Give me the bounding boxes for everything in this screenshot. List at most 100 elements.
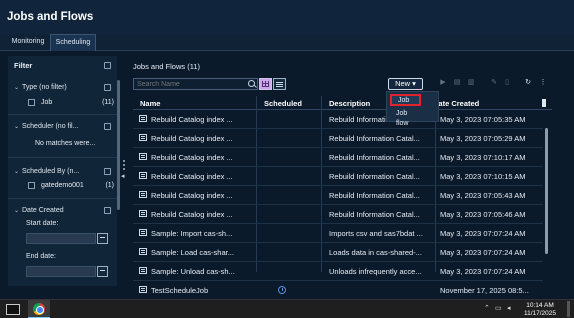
row-description: Rebuild Information Catal... bbox=[329, 210, 420, 219]
job-icon bbox=[139, 172, 147, 179]
tab-monitoring[interactable]: Monitoring bbox=[6, 34, 50, 51]
filter-type-item: Job bbox=[41, 99, 53, 106]
grid-view-icon[interactable] bbox=[259, 78, 272, 90]
row-name: Rebuild Catalog index ... bbox=[151, 134, 233, 143]
row-description: Rebuild Information Catal... bbox=[329, 134, 420, 143]
divider bbox=[8, 157, 117, 158]
row-name: Sample: Unload cas-sh... bbox=[151, 267, 235, 276]
search-icon[interactable] bbox=[248, 80, 255, 87]
column-settings-icon[interactable] bbox=[542, 99, 546, 107]
end-date-input[interactable] bbox=[26, 266, 96, 277]
row-date: May 3, 2023 07:05:46 AM bbox=[440, 210, 526, 219]
table-row[interactable]: Rebuild Catalog index ... Rebuild Inform… bbox=[133, 110, 543, 129]
row-name: Rebuild Catalog index ... bbox=[151, 191, 233, 200]
clock-date[interactable]: 11/17/2025 bbox=[520, 310, 560, 317]
clear-filters-icon[interactable] bbox=[104, 62, 111, 69]
divider bbox=[8, 114, 117, 115]
end-date-label: End date: bbox=[26, 253, 56, 260]
job-checkbox[interactable] bbox=[28, 99, 35, 106]
filter-type-label: Type (no filter) bbox=[22, 84, 67, 91]
table-row[interactable]: Sample: Import cas-sh... Imports csv and… bbox=[133, 224, 543, 243]
filter-type-header[interactable]: ⌄ Type (no filter) bbox=[14, 84, 67, 91]
row-description: Rebuild Information Catal... bbox=[329, 153, 420, 162]
schedule-icon[interactable]: ▤ bbox=[453, 79, 461, 87]
list-view-icon[interactable] bbox=[273, 78, 286, 90]
clear-scheduler-icon[interactable] bbox=[104, 123, 111, 130]
clear-scheduled-by-icon[interactable] bbox=[104, 168, 111, 175]
tab-scheduling[interactable]: Scheduling bbox=[50, 34, 96, 51]
main-title: Jobs and Flows (11) bbox=[133, 62, 200, 71]
no-matches-text: No matches were... bbox=[35, 140, 96, 147]
table-row[interactable]: Rebuild Catalog index ... Rebuild Inform… bbox=[133, 148, 543, 167]
terminal-icon[interactable] bbox=[6, 304, 20, 315]
show-desktop-button[interactable] bbox=[567, 301, 570, 317]
volume-icon[interactable]: ◂ bbox=[507, 305, 515, 313]
filter-scheduled-by-item: gatedemo001 bbox=[41, 182, 84, 189]
new-button[interactable]: New ▾ bbox=[388, 78, 423, 90]
end-calendar-icon[interactable] bbox=[97, 266, 108, 277]
filter-scheduler-label: Scheduler (no fil... bbox=[22, 123, 79, 130]
table-row[interactable]: TestScheduleJob November 17, 2025 08:5..… bbox=[133, 281, 543, 300]
column-scheduled[interactable]: Scheduled bbox=[264, 99, 302, 108]
filter-date-label: Date Created bbox=[22, 207, 64, 214]
taskbar: ⌃ ▭ ◂ 10:14 AM 11/17/2025 bbox=[0, 299, 574, 318]
table-header: Name Scheduled Description Date Created bbox=[133, 96, 552, 110]
table-row[interactable]: Rebuild Catalog index ... Rebuild Inform… bbox=[133, 186, 543, 205]
chrome-icon bbox=[33, 303, 45, 315]
start-calendar-icon[interactable] bbox=[97, 233, 108, 244]
row-description: Rebuild Information Catal... bbox=[329, 172, 420, 181]
table-row[interactable]: Sample: Load cas-shar... Loads data in c… bbox=[133, 243, 543, 262]
edit-icon[interactable]: ✎ bbox=[490, 79, 498, 87]
delete-icon[interactable]: ▯ bbox=[503, 79, 511, 87]
clock-time[interactable]: 10:14 AM bbox=[520, 302, 560, 309]
row-date: May 3, 2023 07:10:15 AM bbox=[440, 172, 526, 181]
chevron-down-icon: ⌄ bbox=[14, 208, 20, 214]
divider bbox=[8, 198, 117, 199]
splitter-handle-icon[interactable] bbox=[123, 160, 125, 170]
collapse-arrow-icon[interactable]: ◂ bbox=[121, 172, 125, 180]
table-row[interactable]: Rebuild Catalog index ... Rebuild Inform… bbox=[133, 167, 543, 186]
filter-title: Filter bbox=[14, 61, 33, 70]
search-box[interactable] bbox=[133, 78, 258, 90]
chevron-down-icon: ⌄ bbox=[14, 124, 20, 130]
row-date: May 3, 2023 07:05:29 AM bbox=[440, 134, 526, 143]
sidebar-scrollbar[interactable] bbox=[117, 80, 120, 210]
chevron-down-icon: ⌄ bbox=[14, 169, 20, 175]
filter-date-header[interactable]: ⌄ Date Created bbox=[14, 207, 64, 214]
clear-type-icon[interactable] bbox=[104, 84, 111, 91]
clear-date-icon[interactable] bbox=[104, 207, 111, 214]
column-date-created[interactable]: Date Created bbox=[433, 99, 479, 108]
refresh-icon[interactable]: ↻ bbox=[524, 79, 532, 87]
job-icon bbox=[139, 134, 147, 141]
gatedemo-checkbox[interactable] bbox=[28, 182, 35, 189]
filter-scheduler-header[interactable]: ⌄ Scheduler (no fil... bbox=[14, 123, 78, 130]
job-icon bbox=[139, 210, 147, 217]
filter-type-count: (11) bbox=[102, 99, 114, 106]
column-description[interactable]: Description bbox=[329, 99, 370, 108]
table-row[interactable]: Rebuild Catalog index ... Rebuild Inform… bbox=[133, 205, 543, 224]
job-icon bbox=[139, 115, 147, 122]
chrome-taskbar-button[interactable] bbox=[28, 300, 50, 318]
column-name[interactable]: Name bbox=[140, 99, 160, 108]
row-date: May 3, 2023 07:07:24 AM bbox=[440, 248, 526, 257]
table-row[interactable]: Sample: Unload cas-sh... Unloads infrequ… bbox=[133, 262, 543, 281]
menu-item-job[interactable]: Job bbox=[390, 94, 421, 106]
network-icon[interactable]: ▭ bbox=[495, 305, 503, 313]
run-icon[interactable]: ▶ bbox=[439, 79, 447, 87]
start-date-input[interactable] bbox=[26, 233, 96, 244]
menu-item-job-flow[interactable]: Job flow bbox=[390, 109, 421, 127]
table-row[interactable]: Rebuild Catalog index ... Rebuild Inform… bbox=[133, 129, 543, 148]
job-icon bbox=[139, 191, 147, 198]
scheduled-clock-icon bbox=[278, 286, 286, 294]
tab-bar: Monitoring Scheduling bbox=[0, 34, 574, 51]
trigger-icon[interactable]: ▥ bbox=[467, 79, 475, 87]
job-icon bbox=[139, 267, 147, 274]
search-input[interactable] bbox=[134, 79, 234, 90]
tray-chevron-icon[interactable]: ⌃ bbox=[484, 305, 492, 313]
filter-scheduled-by-header[interactable]: ⌄ Scheduled By (n... bbox=[14, 168, 79, 175]
more-options-icon[interactable]: ⋮ bbox=[539, 79, 547, 87]
row-description: Rebuild Information Catal... bbox=[329, 191, 420, 200]
row-date: May 3, 2023 07:05:35 AM bbox=[440, 115, 526, 124]
table-scrollbar[interactable] bbox=[545, 128, 548, 254]
job-icon bbox=[139, 229, 147, 236]
